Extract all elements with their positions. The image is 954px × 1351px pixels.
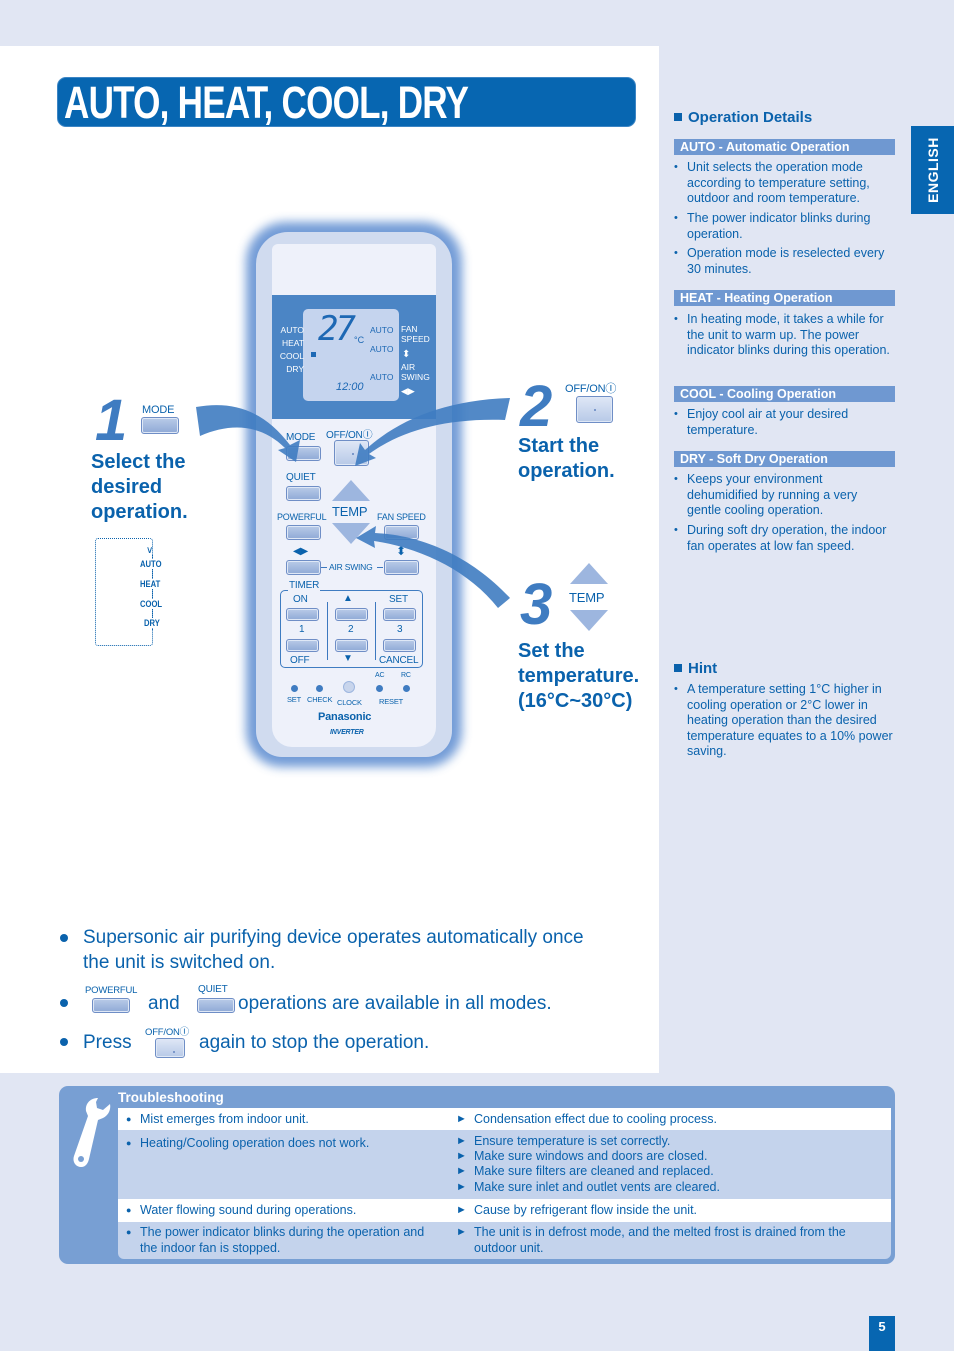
step-3-button-label: TEMP <box>569 590 605 605</box>
ts-solution: Make sure filters are cleaned and replac… <box>456 1164 714 1180</box>
note-quiet-label: QUIET <box>198 984 228 995</box>
step-2-line: operation. <box>518 460 615 482</box>
hint-item: A temperature setting 1°C higher in cool… <box>674 682 894 760</box>
dry-section-bar: DRY - Soft Dry Operation <box>674 451 895 467</box>
cycle-cool: COOL <box>140 599 163 609</box>
page-number: 5 <box>869 1316 895 1351</box>
step-3-line: (16°C~30°C) <box>518 690 633 712</box>
mode-cycle-diagram <box>95 538 153 646</box>
wrench-icon <box>73 1098 111 1167</box>
note-offon-label: OFF/ONⒾ <box>145 1027 189 1038</box>
ts-solution: Make sure inlet and outlet vents are cle… <box>456 1180 720 1196</box>
hint-heading-text: Hint <box>688 660 718 677</box>
temp-down-icon <box>570 610 608 631</box>
step-3-line: temperature. <box>518 665 640 687</box>
ts-solution: Make sure windows and doors are closed. <box>456 1149 708 1165</box>
cycle-heat: HEAT <box>140 579 161 589</box>
cycle-auto: AUTO <box>140 559 162 569</box>
bullet-icon <box>60 999 68 1007</box>
hint-heading: Hint <box>674 660 717 677</box>
bullet-icon <box>60 934 68 942</box>
cool-item: Enjoy cool air at your desired temperatu… <box>674 407 894 438</box>
arrow-to-offon <box>355 398 510 466</box>
note-supersonic-line1: Supersonic air purifying device operates… <box>83 927 584 948</box>
powerful-button-icon <box>92 998 130 1013</box>
step-3-text: Set the temperature. (16°C~30°C) <box>518 639 639 714</box>
ts-cause: Water flowing sound during operations. <box>126 1203 356 1219</box>
heat-section-bar: HEAT - Heating Operation <box>674 290 895 306</box>
table-row: The power indicator blinks during the op… <box>118 1222 891 1259</box>
square-bullet-icon <box>674 113 682 121</box>
auto-section-bar: AUTO - Automatic Operation <box>674 139 895 155</box>
step-1-line: operation. <box>91 501 188 523</box>
operation-details-heading-text: Operation Details <box>688 109 813 126</box>
heat-item: In heating mode, it takes a while for th… <box>674 312 894 359</box>
cycle-dry: DRY <box>144 618 160 628</box>
note-modes-text: operations are available in all modes. <box>238 993 552 1014</box>
ts-cause: The power indicator blinks during the op… <box>126 1225 440 1256</box>
quiet-button-icon <box>197 998 235 1013</box>
auto-item: The power indicator blinks during operat… <box>674 211 894 242</box>
operation-details-heading: Operation Details <box>674 109 812 126</box>
step-2-text: Start the operation. <box>518 434 615 484</box>
note-stop-text: again to stop the operation. <box>199 1032 430 1053</box>
ts-solution: Ensure temperature is set correctly. <box>456 1134 670 1150</box>
step-2-button-label: OFF/ONⒾ <box>565 383 617 395</box>
ts-solution: Condensation effect due to cooling proce… <box>456 1112 717 1128</box>
offon-button-icon <box>155 1038 185 1058</box>
ts-cause: Mist emerges from indoor unit. <box>126 1112 309 1128</box>
offon-button-icon <box>576 396 613 423</box>
step-1-line: desired <box>91 476 163 498</box>
arrow-to-mode <box>196 405 300 462</box>
step-3-line: Set the <box>518 640 585 662</box>
note-powerful-label: POWERFUL <box>85 985 138 996</box>
temp-up-icon <box>570 563 608 584</box>
auto-item: Unit selects the operation mode accordin… <box>674 160 894 207</box>
arrow-to-temp <box>356 526 510 608</box>
step-1-text: Select the desired operation. <box>91 450 188 525</box>
language-tab-label: ENGLISH <box>924 137 941 203</box>
troubleshooting-title: Troubleshooting <box>118 1090 224 1105</box>
step-1-line: Select the <box>91 451 186 473</box>
table-row: Water flowing sound during operations. C… <box>118 1199 891 1222</box>
step-1-button-label: MODE <box>142 404 175 416</box>
square-bullet-icon <box>674 664 682 672</box>
dry-item: During soft dry operation, the indoor fa… <box>674 523 894 554</box>
step-1-number: 1 <box>95 388 128 453</box>
step-3-number: 3 <box>520 572 553 637</box>
table-row: Heating/Cooling operation does not work.… <box>118 1130 891 1199</box>
ts-cause: Heating/Cooling operation does not work. <box>126 1136 369 1152</box>
ts-solution: The unit is in defrost mode, and the mel… <box>456 1225 874 1256</box>
step-2-number: 2 <box>520 374 553 439</box>
ts-solution: Cause by refrigerant flow inside the uni… <box>456 1203 697 1219</box>
bullet-icon <box>60 1038 68 1046</box>
mode-button-icon <box>141 417 179 434</box>
language-tab: ENGLISH <box>911 126 954 214</box>
step-2-line: Start the <box>518 435 600 457</box>
table-row: Mist emerges from indoor unit. Condensat… <box>118 1108 891 1130</box>
auto-item: Operation mode is reselected every 30 mi… <box>674 246 894 277</box>
note-and: and <box>148 993 180 1014</box>
cool-section-bar: COOL - Cooling Operation <box>674 386 895 402</box>
note-press: Press <box>83 1032 132 1053</box>
note-supersonic-line2: the unit is switched on. <box>83 952 276 973</box>
dry-item: Keeps your environment dehumidified by r… <box>674 472 894 519</box>
